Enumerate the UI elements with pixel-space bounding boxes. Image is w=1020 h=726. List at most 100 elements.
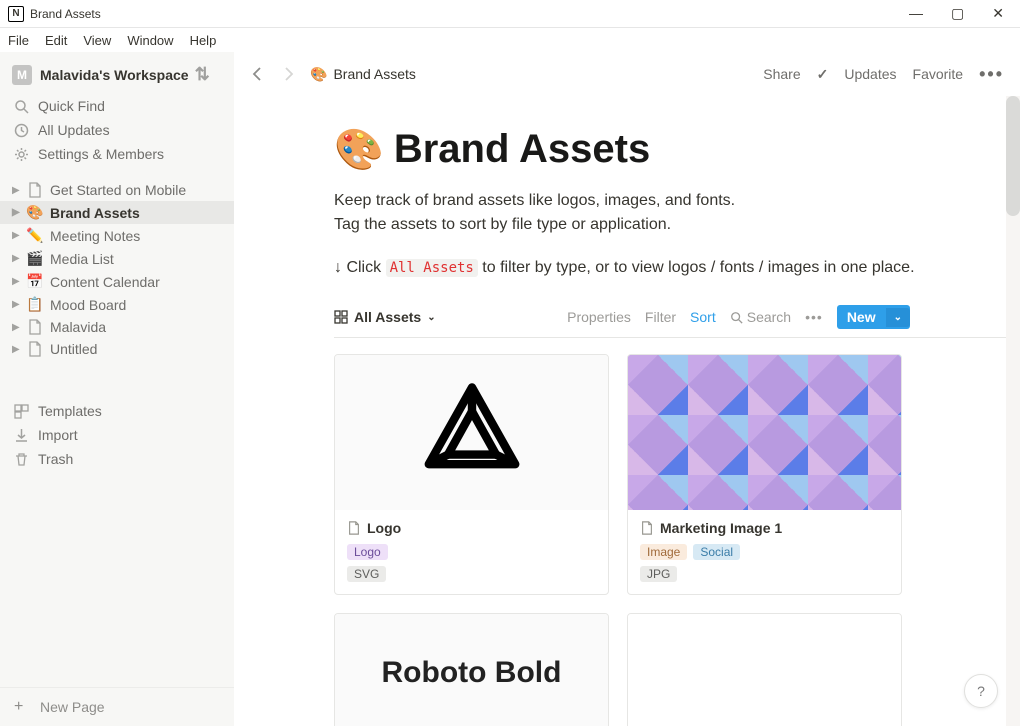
hint-post: to filter by type, or to view logos / fo… xyxy=(478,259,915,276)
palette-icon: 🎨 xyxy=(26,204,44,221)
menu-help[interactable]: Help xyxy=(190,33,217,48)
maximize-button[interactable]: ▢ xyxy=(951,5,964,22)
minimize-button[interactable]: — xyxy=(909,5,923,22)
import-label: Import xyxy=(38,427,78,443)
favorite-button[interactable]: Favorite xyxy=(913,66,964,82)
page-malavida[interactable]: ▶ Malavida xyxy=(0,316,234,338)
import[interactable]: Import xyxy=(0,424,234,446)
window-controls: — ▢ ✕ xyxy=(909,5,1012,22)
breadcrumb-label: Brand Assets xyxy=(333,66,416,82)
page-label: Media List xyxy=(50,251,114,267)
new-page-button[interactable]: + New Page xyxy=(0,687,234,726)
pencil-icon: ✏️ xyxy=(26,227,44,244)
menu-edit[interactable]: Edit xyxy=(45,33,67,48)
filter-button[interactable]: Filter xyxy=(645,309,676,325)
hint-pre: ↓ Click xyxy=(334,259,386,276)
triangle-icon: ▶ xyxy=(12,207,26,218)
page-get-started[interactable]: ▶Get Started on Mobile xyxy=(0,179,234,201)
quick-find-label: Quick Find xyxy=(38,98,105,114)
triangle-icon: ▶ xyxy=(12,276,26,287)
workspace-switcher[interactable]: M Malavida's Workspace ⇅ xyxy=(0,60,234,95)
chevron-down-icon: ⌄ xyxy=(427,312,435,323)
all-updates[interactable]: All Updates xyxy=(0,119,234,141)
forward-button[interactable] xyxy=(280,66,296,82)
template-icon xyxy=(12,404,30,419)
templates[interactable]: Templates xyxy=(0,400,234,422)
page-label: Get Started on Mobile xyxy=(50,182,186,198)
search-icon xyxy=(12,99,30,114)
application-menubar: File Edit View Window Help xyxy=(0,28,1020,52)
trash-label: Trash xyxy=(38,451,73,467)
calendar-icon: 📅 xyxy=(26,273,44,290)
scrollbar-thumb[interactable] xyxy=(1006,96,1020,216)
main-area: 🎨 Brand Assets Share ✓ Updates Favorite … xyxy=(234,52,1020,726)
plus-icon: + xyxy=(14,698,30,716)
properties-button[interactable]: Properties xyxy=(567,309,631,325)
tag-image: Image xyxy=(640,544,687,560)
updown-icon: ⇅ xyxy=(195,64,210,85)
window-title: Brand Assets xyxy=(30,7,101,21)
breadcrumb[interactable]: 🎨 Brand Assets xyxy=(310,66,416,83)
settings-members[interactable]: Settings & Members xyxy=(0,143,234,165)
chevron-down-icon[interactable]: ⌄ xyxy=(886,308,910,327)
gallery-card-roboto[interactable]: Roboto Bold xyxy=(334,613,609,726)
desc-line-1: Keep track of brand assets like logos, i… xyxy=(334,189,1020,213)
more-icon[interactable]: ••• xyxy=(805,309,823,325)
page-description[interactable]: Keep track of brand assets like logos, i… xyxy=(334,189,1020,237)
palette-icon: 🎨 xyxy=(310,66,327,83)
close-button[interactable]: ✕ xyxy=(992,5,1004,22)
gallery-card-logo[interactable]: Logo Logo SVG xyxy=(334,354,609,595)
gallery-card-marketing[interactable]: Marketing Image 1 ImageSocial JPG xyxy=(627,354,902,595)
help-button[interactable]: ? xyxy=(964,674,998,708)
menu-window[interactable]: Window xyxy=(127,33,173,48)
sort-button[interactable]: Sort xyxy=(690,309,716,325)
settings-label: Settings & Members xyxy=(38,146,164,162)
filter-hint[interactable]: ↓ Click All Assets to filter by type, or… xyxy=(334,259,1020,277)
import-icon xyxy=(12,428,30,443)
more-menu[interactable]: ••• xyxy=(979,64,1004,85)
triangle-icon: ▶ xyxy=(12,230,26,241)
menu-file[interactable]: File xyxy=(8,33,29,48)
notion-app-icon: N xyxy=(8,6,24,22)
page-icon xyxy=(26,319,44,335)
tag-format: SVG xyxy=(347,566,386,582)
page-label: Content Calendar xyxy=(50,274,160,290)
triangle-icon: ▶ xyxy=(12,322,26,333)
page-mood-board[interactable]: ▶📋Mood Board xyxy=(0,293,234,316)
updates-button[interactable]: Updates xyxy=(844,66,896,82)
page-icon xyxy=(640,521,654,535)
palette-icon[interactable]: 🎨 xyxy=(334,126,384,173)
menu-view[interactable]: View xyxy=(83,33,111,48)
clipboard-icon: 📋 xyxy=(26,296,44,313)
back-button[interactable] xyxy=(250,66,266,82)
triangle-icon: ▶ xyxy=(12,253,26,264)
search-button[interactable]: Search xyxy=(730,309,791,325)
new-button[interactable]: New⌄ xyxy=(837,305,910,329)
workspace-name: Malavida's Workspace xyxy=(40,67,189,83)
database-toolbar: All Assets ⌄ Properties Filter Sort Sear… xyxy=(334,305,1020,338)
page-content: 🎨 Brand Assets Keep track of brand asset… xyxy=(234,96,1020,726)
page-icon xyxy=(26,341,44,357)
sidebar: M Malavida's Workspace ⇅ Quick Find All … xyxy=(0,52,234,726)
page-media-list[interactable]: ▶🎬Media List xyxy=(0,247,234,270)
triangle-icon: ▶ xyxy=(12,344,26,355)
view-name: All Assets xyxy=(354,309,421,325)
view-selector[interactable]: All Assets ⌄ xyxy=(334,309,436,325)
templates-label: Templates xyxy=(38,403,102,419)
trash[interactable]: Trash xyxy=(0,448,234,470)
page-label: Untitled xyxy=(50,341,97,357)
page-list: ▶Get Started on Mobile ▶🎨Brand Assets ▶✏… xyxy=(0,179,234,360)
page-meeting-notes[interactable]: ▶✏️Meeting Notes xyxy=(0,224,234,247)
page-title[interactable]: 🎨 Brand Assets xyxy=(334,126,1020,173)
page-untitled[interactable]: ▶ Untitled xyxy=(0,338,234,360)
page-label: Malavida xyxy=(50,319,106,335)
font-preview: Roboto Bold xyxy=(382,656,562,690)
gear-icon xyxy=(12,147,30,162)
page-content-calendar[interactable]: ▶📅 Content Calendar xyxy=(0,270,234,293)
page-brand-assets[interactable]: ▶🎨Brand Assets xyxy=(0,201,234,224)
card-cover: Roboto Bold xyxy=(335,614,608,726)
quick-find[interactable]: Quick Find xyxy=(0,95,234,117)
gallery-card-empty[interactable] xyxy=(627,613,902,726)
share-button[interactable]: Share xyxy=(763,66,800,82)
window-titlebar: N Brand Assets — ▢ ✕ xyxy=(0,0,1020,28)
